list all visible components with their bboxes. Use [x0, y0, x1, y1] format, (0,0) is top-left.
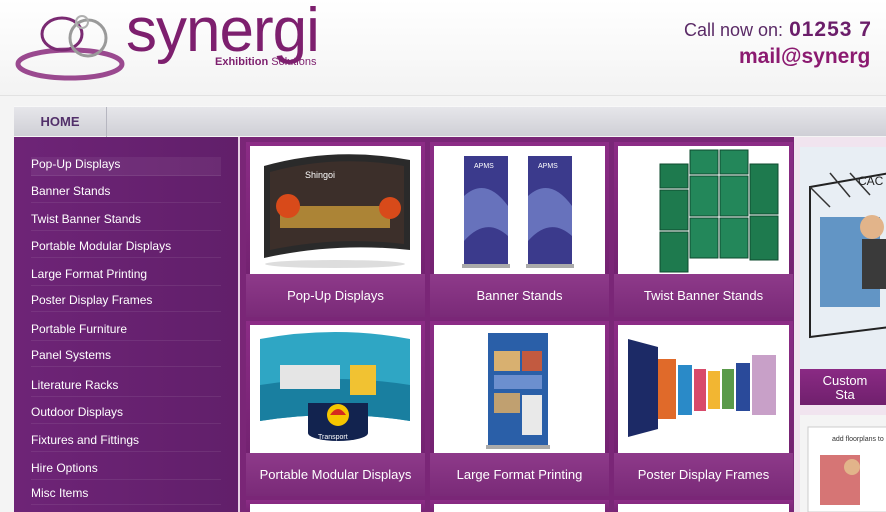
product-label[interactable]: Banner Stands — [430, 274, 609, 317]
product-label[interactable]: Portable Modular Displays — [246, 453, 425, 496]
sidebar-item-twist-banner-stands[interactable]: Twist Banner Stands — [31, 212, 221, 231]
product-tile-partial[interactable] — [614, 500, 793, 512]
nav-home[interactable]: HOME — [14, 107, 107, 137]
sidebar-item-misc-items[interactable]: Misc Items — [31, 486, 221, 505]
svg-text:CAC: CAC — [858, 174, 884, 188]
logo-wordmark: synergi — [126, 0, 320, 65]
floorplan-promo-photo[interactable]: add floorplans to — [800, 415, 886, 512]
product-tile-portable-modular-displays[interactable]: Transport Portable Modular Displays — [246, 321, 425, 496]
email-link[interactable]: mail@synerg — [739, 45, 870, 69]
site-header: synergi Exhibition Solutions Call now on… — [0, 0, 886, 96]
sidebar-item-poster-display-frames[interactable]: Poster Display Frames — [31, 293, 221, 312]
poster-frames-photo[interactable] — [618, 325, 789, 453]
sidebar-item-panel-systems[interactable]: Panel Systems — [31, 348, 221, 367]
sidebar-item-outdoor-displays[interactable]: Outdoor Displays — [31, 405, 221, 424]
product-label[interactable]: Twist Banner Stands — [614, 274, 793, 317]
custom-stands-photo[interactable]: CAC — [800, 147, 886, 369]
synergi-logo[interactable]: synergi Exhibition Solutions — [10, 0, 330, 86]
product-tile-poster-display-frames[interactable]: Poster Display Frames — [614, 321, 793, 496]
product-label[interactable]: Large Format Printing — [430, 453, 609, 496]
svg-text:Transport: Transport — [318, 434, 348, 441]
modular-display-photo[interactable]: Transport — [250, 325, 421, 453]
call-now: Call now on: 01253 7 — [684, 18, 872, 42]
twist-banner-photo[interactable] — [618, 146, 789, 274]
svg-text:APMS: APMS — [474, 163, 494, 170]
partial-photo — [618, 504, 789, 512]
sidebar-item-portable-modular-displays[interactable]: Portable Modular Displays — [31, 239, 221, 258]
sidebar-item-banner-stands[interactable]: Banner Stands — [31, 184, 221, 203]
product-tile-partial[interactable] — [246, 500, 425, 512]
product-label[interactable]: Pop-Up Displays — [246, 274, 425, 317]
call-label: Call now on: — [684, 20, 784, 40]
sidebar-item-literature-racks[interactable]: Literature Racks — [31, 378, 221, 397]
banner-stands-photo[interactable]: APMS APMS — [434, 146, 605, 274]
phone-number[interactable]: 01253 7 — [789, 18, 872, 41]
sidebar-item-hire-options[interactable]: Hire Options — [31, 461, 221, 480]
svg-text:APMS: APMS — [538, 163, 558, 170]
large-format-photo[interactable] — [434, 325, 605, 453]
logo-tagline: Exhibition Solutions — [215, 56, 317, 68]
product-grid: Shingoi Pop-Up Displays APMS APMS Banner… — [238, 137, 886, 512]
product-tile-partial[interactable] — [430, 500, 609, 512]
product-label[interactable]: Poster Display Frames — [614, 453, 793, 496]
partial-photo — [250, 504, 421, 512]
product-tile-twist-banner-stands[interactable]: Twist Banner Stands — [614, 142, 793, 317]
svg-text:Shingoi: Shingoi — [305, 170, 335, 180]
logo-swirl-icon — [15, 15, 125, 81]
svg-text:add floorplans to: add floorplans to — [832, 436, 884, 443]
product-tile-pop-up-displays[interactable]: Shingoi Pop-Up Displays — [246, 142, 425, 317]
sidebar-item-fixtures-and-fittings[interactable]: Fixtures and Fittings — [31, 433, 221, 452]
popup-display-photo[interactable]: Shingoi — [250, 146, 421, 274]
sidebar-item-pop-up-displays[interactable]: Pop-Up Displays — [31, 157, 221, 176]
promo-column: CAC Custom Sta add floorplans to — [794, 137, 886, 512]
sidebar-item-portable-furniture[interactable]: Portable Furniture — [31, 322, 221, 341]
promo-caption[interactable]: Custom Sta — [800, 369, 886, 405]
product-tile-banner-stands[interactable]: APMS APMS Banner Stands — [430, 142, 609, 317]
partial-photo — [434, 504, 605, 512]
sidebar-item-large-format-printing[interactable]: Large Format Printing — [31, 267, 221, 286]
product-tile-large-format-printing[interactable]: Large Format Printing — [430, 321, 609, 496]
sidebar-menu: Pop-Up Displays Banner Stands Twist Bann… — [14, 137, 238, 512]
top-nav: HOME — [14, 106, 886, 137]
